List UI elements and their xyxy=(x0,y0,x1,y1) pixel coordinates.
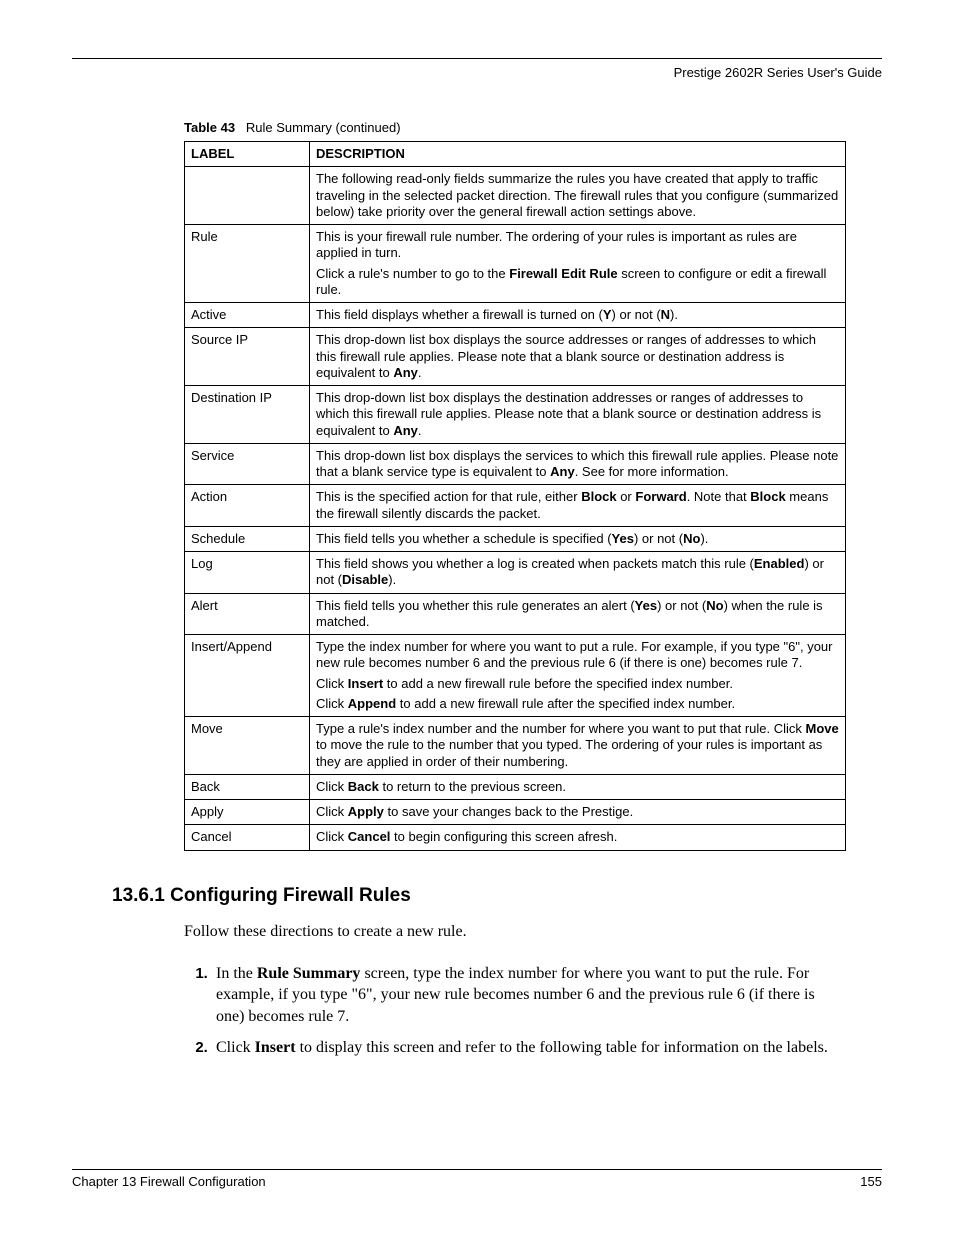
cell-label: Action xyxy=(185,485,310,527)
cell-label: Destination IP xyxy=(185,386,310,444)
cell-description: This is your firewall rule number. The o… xyxy=(310,225,846,303)
table-number: Table 43 xyxy=(184,120,235,135)
cell-description: This field shows you whether a log is cr… xyxy=(310,552,846,594)
footer-left: Chapter 13 Firewall Configuration xyxy=(72,1174,266,1189)
step-item: Click Insert to display this screen and … xyxy=(212,1037,842,1059)
table-header-row: LABEL DESCRIPTION xyxy=(185,142,846,167)
cell-description: The following read-only fields summarize… xyxy=(310,167,846,225)
table-row: ServiceThis drop-down list box displays … xyxy=(185,443,846,485)
cell-description: This field displays whether a firewall i… xyxy=(310,303,846,328)
cell-description: Type the index number for where you want… xyxy=(310,635,846,717)
table-row: LogThis field shows you whether a log is… xyxy=(185,552,846,594)
table-row: ActionThis is the specified action for t… xyxy=(185,485,846,527)
th-label: LABEL xyxy=(185,142,310,167)
table-row: Source IPThis drop-down list box display… xyxy=(185,328,846,386)
running-header: Prestige 2602R Series User's Guide xyxy=(72,65,882,80)
cell-label: Alert xyxy=(185,593,310,635)
table-row: MoveType a rule's index number and the n… xyxy=(185,717,846,775)
table-row: Destination IPThis drop-down list box di… xyxy=(185,386,846,444)
table-caption: Table 43 Rule Summary (continued) xyxy=(184,120,882,135)
cell-label: Log xyxy=(185,552,310,594)
th-description: DESCRIPTION xyxy=(310,142,846,167)
section-heading: 13.6.1 Configuring Firewall Rules xyxy=(112,885,882,907)
cell-label xyxy=(185,167,310,225)
table-title: Rule Summary (continued) xyxy=(246,120,401,135)
cell-description: Type a rule's index number and the numbe… xyxy=(310,717,846,775)
cell-label: Rule xyxy=(185,225,310,303)
intro-text: Follow these directions to create a new … xyxy=(184,923,882,941)
cell-description: This drop-down list box displays the sou… xyxy=(310,328,846,386)
footer-right: 155 xyxy=(860,1174,882,1189)
table-row: AlertThis field tells you whether this r… xyxy=(185,593,846,635)
table-row: Insert/AppendType the index number for w… xyxy=(185,635,846,717)
table-row: ScheduleThis field tells you whether a s… xyxy=(185,526,846,551)
cell-label: Insert/Append xyxy=(185,635,310,717)
cell-description: This field tells you whether a schedule … xyxy=(310,526,846,551)
cell-description: Click Cancel to begin configuring this s… xyxy=(310,825,846,850)
cell-description: This is the specified action for that ru… xyxy=(310,485,846,527)
step-item: In the Rule Summary screen, type the ind… xyxy=(212,963,842,1028)
cell-label: Apply xyxy=(185,800,310,825)
steps-list: In the Rule Summary screen, type the ind… xyxy=(184,963,842,1059)
table-row: RuleThis is your firewall rule number. T… xyxy=(185,225,846,303)
cell-description: This drop-down list box displays the des… xyxy=(310,386,846,444)
cell-label: Active xyxy=(185,303,310,328)
cell-description: Click Apply to save your changes back to… xyxy=(310,800,846,825)
cell-label: Schedule xyxy=(185,526,310,551)
table-row: The following read-only fields summarize… xyxy=(185,167,846,225)
table-row: CancelClick Cancel to begin configuring … xyxy=(185,825,846,850)
cell-label: Back xyxy=(185,774,310,799)
cell-label: Source IP xyxy=(185,328,310,386)
cell-description: This field tells you whether this rule g… xyxy=(310,593,846,635)
cell-description: This drop-down list box displays the ser… xyxy=(310,443,846,485)
cell-label: Move xyxy=(185,717,310,775)
table-row: ActiveThis field displays whether a fire… xyxy=(185,303,846,328)
table-row: ApplyClick Apply to save your changes ba… xyxy=(185,800,846,825)
cell-label: Service xyxy=(185,443,310,485)
cell-description: Click Back to return to the previous scr… xyxy=(310,774,846,799)
rule-summary-table: LABEL DESCRIPTION The following read-onl… xyxy=(184,141,846,851)
table-row: BackClick Back to return to the previous… xyxy=(185,774,846,799)
cell-label: Cancel xyxy=(185,825,310,850)
